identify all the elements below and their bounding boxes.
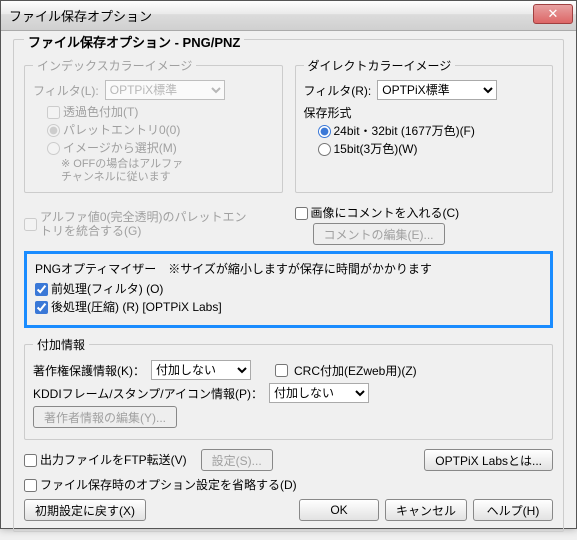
attach-legend: 付加情報 [33,336,89,353]
window-title: ファイル保存オプション [9,6,152,25]
index-filter-select[interactable]: OPTPiX標準 [105,80,225,100]
index-color-group: インデックスカラーイメージ フィルタ(L): OPTPiX標準 透過色付加(T) [24,57,283,193]
comment-check[interactable] [295,207,308,220]
edit-comment-button[interactable]: コメントの編集(E)... [313,223,445,245]
optimizer-title: PNGオプティマイザー ※サイズが縮小しますが保存に時間がかかります [35,260,542,277]
format-15bit-radio[interactable] [318,143,331,156]
titlebar: ファイル保存オプション ✕ [1,1,576,31]
crc-label: CRC付加(EZweb用)(Z) [294,362,417,379]
save-format-label: 保存形式 [304,104,545,121]
alpha0-check[interactable] [24,218,37,231]
close-button[interactable]: ✕ [533,4,573,24]
direct-color-group: ダイレクトカラーイメージ フィルタ(R): OPTPiX標準 保存形式 24bi… [295,57,554,193]
index-filter-label: フィルタ(L): [33,82,99,99]
preprocess-label: 前処理(フィルタ) (O) [51,281,163,297]
ok-button[interactable]: OK [299,499,379,521]
main-group-title: ファイル保存オプション - PNG/PNZ [24,32,244,51]
ftp-settings-button[interactable]: 設定(S)... [201,449,273,471]
direct-filter-label: フィルタ(R): [304,82,372,99]
main-group: ファイル保存オプション - PNG/PNZ インデックスカラーイメージ フィルタ… [13,39,564,532]
copyright-label: 著作権保護情報(K)： [33,362,145,379]
skip-options-label: ファイル保存時のオプション設定を省略する(D) [40,477,297,493]
ftp-check[interactable] [24,454,37,467]
dialog-window: ファイル保存オプション ✕ ファイル保存オプション - PNG/PNZ インデッ… [0,0,577,529]
kddi-label: KDDIフレーム/スタンプ/アイコン情報(P)： [33,385,263,402]
crc-check[interactable] [275,364,288,377]
palette0-label: パレットエントリ0(0) [63,122,180,138]
postprocess-check[interactable] [35,301,48,314]
png-optimizer-group: PNGオプティマイザー ※サイズが縮小しますが保存に時間がかかります 前処理(フ… [24,251,553,328]
transparent-label: 透過色付加(T) [63,104,138,120]
format-15bit-label: 15bit(3万色)(W) [334,141,418,157]
kddi-select[interactable]: 付加しない [269,383,369,403]
index-note2: チャンネルに従います [61,171,274,184]
reset-button[interactable]: 初期設定に戻す(X) [24,499,146,521]
attach-info-group: 付加情報 著作権保護情報(K)： 付加しない CRC付加(EZweb用)(Z) … [24,336,553,440]
skip-options-check[interactable] [24,479,37,492]
postprocess-label: 後処理(圧縮) (R) [OPTPiX Labs] [51,299,222,315]
direct-color-legend: ダイレクトカラーイメージ [304,57,456,74]
transparent-check[interactable] [47,106,60,119]
help-button[interactable]: ヘルプ(H) [473,499,553,521]
copyright-select[interactable]: 付加しない [151,360,251,380]
from-image-radio[interactable] [47,142,60,155]
palette0-radio[interactable] [47,124,60,137]
cancel-button[interactable]: キャンセル [385,499,467,521]
direct-filter-select[interactable]: OPTPiX標準 [377,80,497,100]
comment-label: 画像にコメントを入れる(C) [311,205,460,221]
format-24bit-radio[interactable] [318,125,331,138]
ftp-label: 出力ファイルをFTP転送(V) [40,452,187,468]
index-note1: ※ OFFの場合はアルファ [61,158,274,171]
preprocess-check[interactable] [35,283,48,296]
format-24bit-label: 24bit・32bit (1677万色)(F) [334,123,475,139]
index-color-legend: インデックスカラーイメージ [33,57,196,74]
from-image-label: イメージから選択(M) [63,140,177,156]
optpix-labs-button[interactable]: OPTPiX Labsとは... [424,449,553,471]
edit-author-button[interactable]: 著作者情報の編集(Y)... [33,406,177,428]
alpha0-label: アルファ値0(完全透明)のパレットエントリを統合する(G) [40,210,250,238]
